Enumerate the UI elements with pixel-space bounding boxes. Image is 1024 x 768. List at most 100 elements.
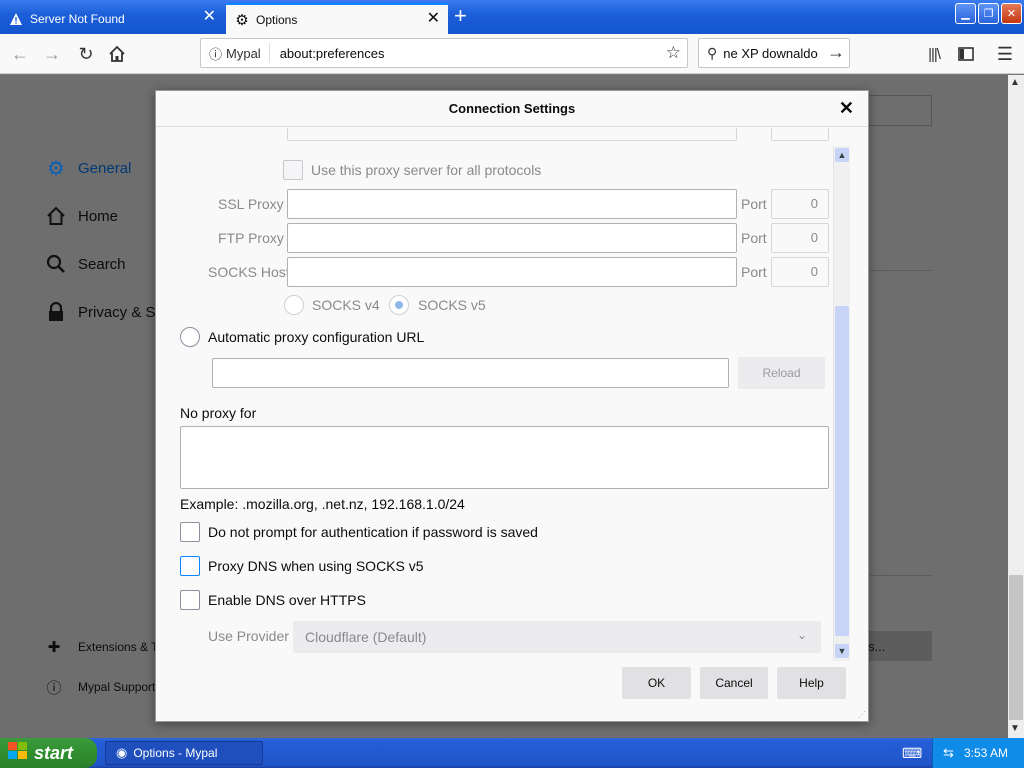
sidebar-item-privacy[interactable]: Privacy & Se — [44, 300, 164, 324]
taskbar: start ◉ Options - Mypal ⌨ ⇆ 3:53 AM — [0, 738, 1024, 768]
resize-grip-icon[interactable]: ⋰ — [858, 710, 866, 719]
title-bar: Server Not Found ✕ ⚙ Options ✕ + ▁ ❐ ✕ — [0, 0, 1024, 34]
close-tab-icon[interactable]: ✕ — [427, 11, 440, 27]
socks-port-field[interactable]: 0 — [771, 257, 829, 287]
use-for-all-checkbox[interactable] — [283, 160, 303, 180]
provider-dropdown[interactable]: Cloudflare (Default) ⌄ — [293, 621, 821, 653]
dialog-content: Use this proxy server for all protocols … — [156, 128, 868, 654]
ftp-proxy-field[interactable] — [287, 223, 737, 253]
restore-button[interactable]: ❐ — [978, 3, 999, 24]
sidebar-toggle-button[interactable] — [954, 42, 978, 66]
url-bar[interactable]: ⓘ Mypal about:preferences ☆ — [200, 38, 688, 68]
home-icon — [44, 204, 68, 228]
ssl-proxy-field[interactable] — [287, 189, 737, 219]
socks-v4-label: SOCKS v4 — [312, 297, 380, 313]
search-bar[interactable]: ⚲ ne XP downaldo → — [698, 38, 850, 68]
sidebar-item-general[interactable]: ⚙ General — [44, 156, 131, 180]
tab-options[interactable]: ⚙ Options ✕ — [226, 3, 448, 34]
dialog-title: Connection Settings — [448, 101, 576, 116]
page-button: s... — [866, 631, 932, 661]
help-button-label: Help — [799, 676, 824, 690]
ssl-port-field[interactable]: 0 — [771, 189, 829, 219]
tab-server-not-found[interactable]: Server Not Found ✕ — [0, 3, 224, 34]
system-tray: ⇆ 3:53 AM — [932, 738, 1024, 768]
use-for-all-label: Use this proxy server for all protocols — [311, 162, 542, 178]
keyboard-icon[interactable]: ⌨ — [902, 745, 922, 762]
library-icon: |||\ — [928, 45, 941, 63]
close-window-button[interactable]: ✕ — [1001, 3, 1022, 24]
ftp-port-field[interactable]: 0 — [771, 223, 829, 253]
library-button[interactable]: |||\ — [922, 42, 946, 66]
cancel-button-label: Cancel — [715, 676, 753, 690]
help-button[interactable]: Help — [777, 667, 846, 699]
home-button[interactable] — [105, 42, 129, 66]
enable-doh-checkbox[interactable] — [180, 590, 200, 610]
sidebar-item-label: Home — [78, 207, 119, 225]
search-icon — [44, 252, 68, 276]
site-identity[interactable]: ⓘ Mypal — [201, 43, 270, 63]
start-button[interactable]: start — [0, 738, 97, 768]
auto-proxy-url-field[interactable] — [212, 358, 729, 388]
ssl-port-label: Port — [741, 196, 767, 212]
go-arrow-icon[interactable]: → — [825, 42, 845, 63]
sidebar-item-extensions[interactable]: ✚ Extensions & T — [44, 635, 159, 659]
search-input[interactable]: ne XP downaldo — [723, 46, 817, 61]
ok-button-label: OK — [647, 676, 666, 690]
sidebar-item-search[interactable]: Search — [44, 252, 126, 276]
scrollbar-thumb[interactable] — [1009, 575, 1023, 720]
navigation-bar: ← → ↻ ⓘ Mypal about:preferences ☆ ⚲ ne X… — [0, 34, 1024, 74]
socks-v4-radio[interactable] — [284, 295, 304, 315]
scroll-down-icon[interactable]: ▼ — [1010, 723, 1020, 734]
no-proxy-textarea[interactable] — [180, 426, 829, 489]
reload-button-label: Reload — [762, 366, 801, 380]
clock: 3:53 AM — [963, 746, 1008, 760]
sidebar-item-label: Search — [78, 255, 126, 273]
sidebar-item-home[interactable]: Home — [44, 204, 118, 228]
warning-icon — [8, 11, 24, 27]
no-auth-prompt-label: Do not prompt for authentication if pass… — [208, 524, 538, 540]
dialog-scrollbar-thumb[interactable] — [835, 306, 849, 636]
socks-port-label: Port — [741, 264, 767, 280]
back-button[interactable]: ← — [8, 42, 32, 66]
page-scrollbar[interactable]: ▲ ▼ — [1008, 75, 1024, 738]
scroll-up-icon[interactable]: ▲ — [1010, 77, 1020, 88]
bookmark-star-icon[interactable]: ☆ — [666, 43, 681, 63]
scroll-down-icon[interactable]: ▼ — [835, 644, 849, 658]
ssl-proxy-label: SSL Proxy — [218, 196, 284, 212]
proxy-dns-checkbox[interactable] — [180, 556, 200, 576]
divider — [870, 575, 932, 576]
scroll-up-icon[interactable]: ▲ — [835, 148, 849, 162]
ftp-port-label: Port — [741, 230, 767, 246]
ok-button[interactable]: OK — [622, 667, 691, 699]
minimize-button[interactable]: ▁ — [955, 3, 976, 24]
auto-proxy-label: Automatic proxy configuration URL — [208, 329, 425, 345]
sidebar-icon — [958, 47, 974, 61]
taskbar-item-options[interactable]: ◉ Options - Mypal — [105, 741, 263, 765]
cancel-button[interactable]: Cancel — [700, 667, 768, 699]
find-in-options-box — [860, 95, 932, 126]
lock-icon — [44, 300, 68, 324]
http-proxy-field[interactable] — [287, 128, 737, 141]
close-dialog-button[interactable]: ✕ — [839, 99, 854, 117]
socks-v5-radio[interactable] — [389, 295, 409, 315]
reload-button[interactable]: Reload — [738, 357, 825, 389]
menu-button[interactable]: ☰ — [993, 42, 1017, 66]
network-icon[interactable]: ⇆ — [943, 745, 954, 761]
auto-proxy-radio[interactable] — [180, 327, 200, 347]
ftp-proxy-label: FTP Proxy — [218, 230, 284, 246]
taskbar-item-label: Options - Mypal — [133, 746, 218, 760]
new-tab-button[interactable]: + — [454, 4, 467, 28]
divider — [870, 270, 932, 271]
close-tab-icon[interactable]: ✕ — [203, 9, 216, 25]
socks-host-field[interactable] — [287, 257, 737, 287]
reload-button[interactable]: ↻ — [74, 42, 98, 66]
no-auth-prompt-checkbox[interactable] — [180, 522, 200, 542]
http-port-field[interactable] — [771, 128, 829, 141]
sidebar-item-support[interactable]: ⓘ Mypal Support — [44, 675, 155, 699]
dialog-scrollbar[interactable]: ▲ ▼ — [833, 146, 850, 661]
url-text[interactable]: about:preferences — [270, 46, 385, 61]
back-arrow-icon: ← — [11, 43, 29, 64]
tab-label: Options — [256, 12, 298, 27]
forward-button[interactable]: → — [40, 42, 64, 66]
provider-value: Cloudflare (Default) — [305, 629, 427, 645]
